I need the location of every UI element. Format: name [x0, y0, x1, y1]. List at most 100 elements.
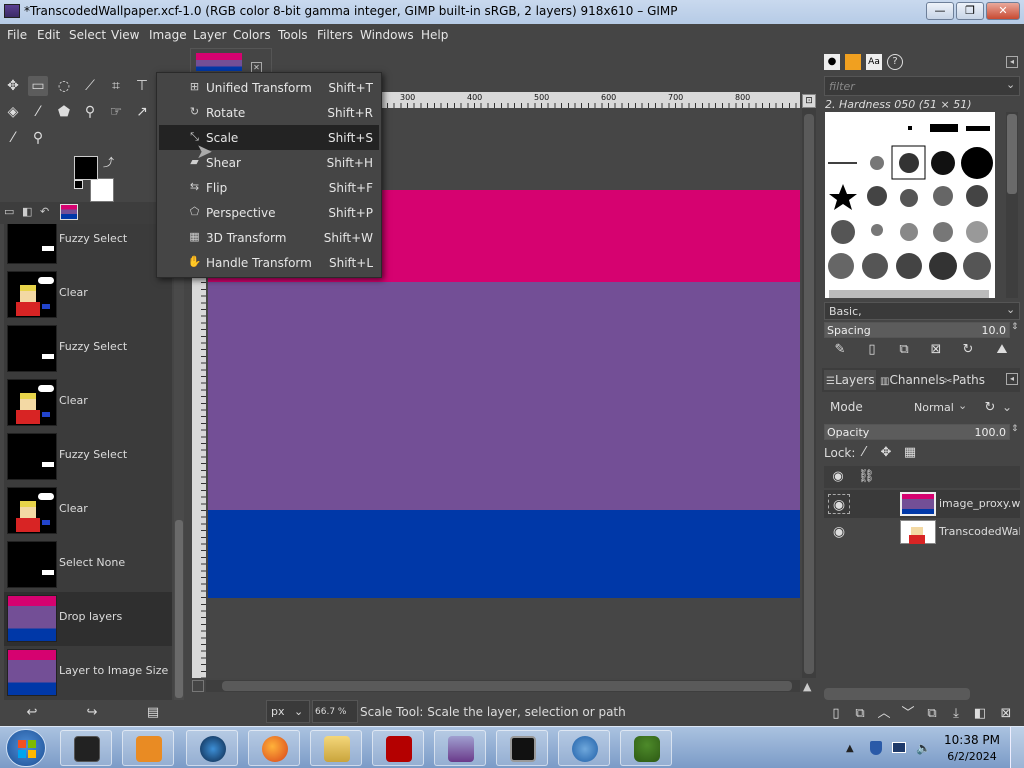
- new-layer-icon[interactable]: ▯: [828, 706, 844, 722]
- quick-mask-toggle-icon[interactable]: [192, 680, 204, 692]
- delete-brush-icon[interactable]: ⊠: [928, 342, 944, 358]
- menu-item-rotate[interactable]: ↻ Rotate Shift+R: [159, 100, 379, 125]
- color-picker-tool-icon[interactable]: ⁄: [3, 128, 23, 148]
- layer-row[interactable]: ◉ image_proxy.wel: [824, 490, 1020, 518]
- opacity-slider[interactable]: Opacity 100.0: [824, 424, 1010, 440]
- crop-tool-icon[interactable]: ⌗: [106, 76, 126, 96]
- taskbar-display-app[interactable]: [496, 730, 548, 766]
- merge-layer-icon[interactable]: ⤓: [948, 706, 964, 722]
- menu-layer[interactable]: Layer: [193, 28, 226, 42]
- taskbar-file-explorer-app[interactable]: [310, 730, 362, 766]
- zoom-image-to-window-icon[interactable]: ⊡: [802, 94, 816, 108]
- document-history-tab-icon[interactable]: ?: [887, 54, 903, 70]
- minimize-button[interactable]: —: [926, 2, 954, 20]
- history-item[interactable]: Drop layers: [4, 592, 172, 646]
- chevron-down-icon[interactable]: ⌄: [1006, 303, 1015, 316]
- history-item[interactable]: Layer to Image Size: [4, 646, 172, 700]
- lock-alpha-icon[interactable]: ▦: [902, 445, 918, 461]
- image-tab[interactable]: ✕: [190, 48, 272, 74]
- menu-colors[interactable]: Colors: [233, 28, 271, 42]
- paintbrush-tool-icon[interactable]: ⁄: [28, 102, 48, 122]
- menu-item-unified-transform[interactable]: ⊞ Unified Transform Shift+T: [159, 75, 379, 100]
- security-tray-icon[interactable]: [870, 741, 882, 755]
- menu-help[interactable]: Help: [421, 28, 448, 42]
- patterns-tab-icon[interactable]: [845, 54, 861, 70]
- open-brush-as-image-icon[interactable]: ⛰: [994, 342, 1010, 358]
- canvas-vertical-scrollbar[interactable]: [802, 108, 816, 678]
- menu-item-shear[interactable]: ▰ Shear Shift+H: [159, 150, 379, 175]
- tab-paths[interactable]: ✂Paths: [942, 370, 992, 390]
- history-scrollbar[interactable]: [174, 224, 184, 700]
- menu-windows[interactable]: Windows: [360, 28, 414, 42]
- mask-layer-icon[interactable]: ◧: [972, 706, 988, 722]
- menu-item-scale[interactable]: ⤡ Scale Shift+S: [159, 125, 379, 150]
- layer-visibility-eye-icon[interactable]: ◉: [828, 522, 850, 542]
- swap-colors-icon[interactable]: ⤴: [103, 154, 114, 170]
- brush-grid-scrollbar[interactable]: [1006, 112, 1018, 298]
- history-item[interactable]: Fuzzy Select: [4, 224, 172, 268]
- raise-layer-icon[interactable]: ︿: [876, 706, 892, 722]
- canvas-horizontal-scrollbar[interactable]: [206, 680, 800, 692]
- foreground-color-swatch[interactable]: [74, 156, 98, 180]
- redo-button-icon[interactable]: ↪: [84, 705, 100, 721]
- maximize-button[interactable]: ❐: [956, 2, 984, 20]
- device-status-tab-icon[interactable]: ◧: [22, 205, 36, 219]
- undo-history-tab-icon[interactable]: ↶: [40, 205, 54, 219]
- eraser-tool-icon[interactable]: ⬟: [54, 102, 74, 122]
- menu-item-3d-transform[interactable]: ▦ 3D Transform Shift+W: [159, 225, 379, 250]
- layers-scroll-thumb[interactable]: [824, 688, 970, 700]
- menu-edit[interactable]: Edit: [37, 28, 60, 42]
- background-color-swatch[interactable]: [90, 178, 114, 202]
- taskbar-qbittorrent-app[interactable]: [558, 730, 610, 766]
- history-item[interactable]: Clear: [4, 268, 172, 322]
- clock-date[interactable]: 6/2/2024: [944, 750, 1000, 763]
- move-tool-icon[interactable]: ✥: [3, 76, 23, 96]
- chevron-down-icon[interactable]: ⌄: [1002, 400, 1012, 414]
- mode-select[interactable]: Normal ⌄: [826, 396, 976, 420]
- reset-mode-icon[interactable]: ↻: [982, 400, 998, 416]
- tool-options-tab-icon[interactable]: ▭: [4, 205, 18, 219]
- menu-view[interactable]: View: [111, 28, 139, 42]
- dock-menu-icon[interactable]: ◂: [1006, 373, 1018, 385]
- spinner-icon[interactable]: ⇕: [1011, 322, 1019, 332]
- taskbar-terminal-app[interactable]: [60, 730, 112, 766]
- history-item[interactable]: Clear: [4, 376, 172, 430]
- layer-row[interactable]: ◉ TranscodedWallp: [824, 518, 1020, 546]
- brushes-tab-icon[interactable]: ●: [824, 54, 840, 70]
- clock-time[interactable]: 10:38 PM: [944, 733, 1000, 747]
- lower-layer-icon[interactable]: ﹀: [900, 706, 916, 722]
- clear-history-icon[interactable]: ▤: [145, 705, 161, 721]
- tab-channels[interactable]: ▥Channels: [878, 370, 945, 390]
- horizontal-scroll-thumb[interactable]: [222, 681, 792, 691]
- spinner-icon[interactable]: ⇕: [1011, 424, 1019, 434]
- taskbar-tree-app[interactable]: [620, 730, 672, 766]
- smudge-tool-icon[interactable]: ☞: [106, 102, 126, 122]
- taskbar-firefox-app[interactable]: [248, 730, 300, 766]
- navigate-icon[interactable]: ▲: [803, 680, 811, 693]
- dock-menu-icon[interactable]: ◂: [1006, 56, 1018, 68]
- transform-tool-icon[interactable]: ⊤: [132, 76, 152, 96]
- zoom-tool-icon[interactable]: ⚲: [28, 128, 48, 148]
- history-item[interactable]: Select None: [4, 538, 172, 592]
- taskbar-media-player-app[interactable]: [122, 730, 174, 766]
- menu-image[interactable]: Image: [149, 28, 187, 42]
- unit-select[interactable]: px ⌄: [266, 700, 310, 723]
- show-desktop-button[interactable]: [1010, 727, 1024, 768]
- tray-expand-icon[interactable]: ▲: [846, 743, 854, 754]
- edit-brush-icon[interactable]: ✎: [832, 342, 848, 358]
- brush-scroll-thumb[interactable]: [1007, 114, 1017, 194]
- lock-position-icon[interactable]: ✥: [878, 445, 894, 461]
- delete-layer-icon[interactable]: ⊠: [998, 706, 1014, 722]
- brush-preset-select[interactable]: Basic,: [824, 302, 1020, 320]
- paths-tool-icon[interactable]: ↗: [132, 102, 152, 122]
- menu-select[interactable]: Select: [69, 28, 106, 42]
- brush-filter-input[interactable]: filter: [824, 76, 1020, 96]
- menu-item-handle-transform[interactable]: ✋ Handle Transform Shift+L: [159, 250, 379, 275]
- taskbar-filezilla-app[interactable]: [372, 730, 424, 766]
- menu-filters[interactable]: Filters: [317, 28, 353, 42]
- volume-tray-icon[interactable]: 🔈: [916, 741, 931, 755]
- clone-tool-icon[interactable]: ⚲: [80, 102, 100, 122]
- layer-visibility-eye-icon[interactable]: ◉: [828, 494, 850, 514]
- zoom-select[interactable]: 66.7 %: [312, 700, 358, 723]
- history-scroll-thumb[interactable]: [175, 520, 183, 698]
